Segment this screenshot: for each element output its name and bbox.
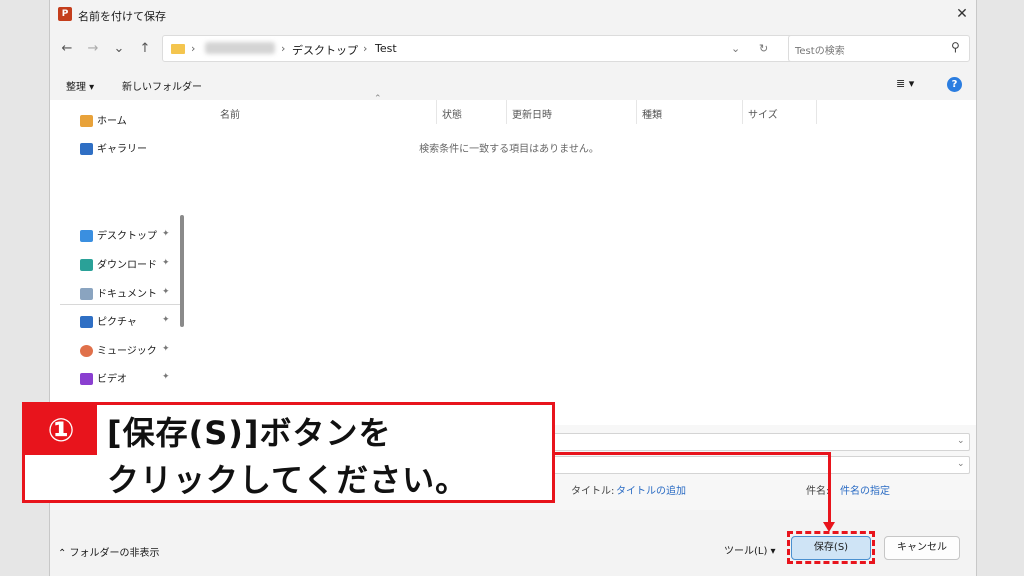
title-label: タイトル: [571, 486, 615, 497]
back-arrow-icon[interactable]: ← [56, 38, 78, 60]
pin-icon: ✦ [162, 372, 170, 382]
column-divider[interactable] [436, 100, 437, 124]
sidebar-item-downloads[interactable]: ダウンロード [80, 256, 157, 276]
pin-icon: ✦ [162, 258, 170, 268]
chevron-down-icon[interactable]: ⌄ [957, 459, 965, 469]
subject-field[interactable]: 件名の指定 [840, 482, 890, 497]
download-icon [80, 259, 93, 271]
search-icon: ⚲ [951, 40, 960, 54]
breadcrumb-separator: › [191, 42, 196, 55]
cancel-button[interactable]: キャンセル [884, 536, 960, 560]
desktop-icon [80, 230, 93, 242]
up-arrow-icon[interactable]: ↑ [134, 38, 156, 60]
sidebar-item-label: ピクチャ [97, 317, 137, 328]
annotation-connector [828, 452, 831, 526]
subject-label: 件名: [806, 486, 830, 497]
sidebar-item-pictures[interactable]: ピクチャ [80, 313, 137, 333]
breadcrumb-test[interactable]: Test [375, 42, 397, 55]
blurred-path [205, 42, 275, 54]
sidebar-item-label: ミュージック [97, 346, 157, 357]
instruction-line-2: クリックしてください。 [107, 461, 469, 499]
sidebar-item-label: ビデオ [97, 374, 127, 385]
pin-icon: ✦ [162, 344, 170, 354]
file-list: ⌃ 名前 状態 更新日時 種類 サイズ 検索条件に一致する項目はありません。 [190, 94, 976, 425]
sidebar-item-videos[interactable]: ビデオ [80, 370, 127, 390]
sidebar-item-label: ドキュメント [97, 289, 157, 300]
search-input[interactable]: Testの検索 ⚲ [788, 35, 970, 62]
column-header-size[interactable]: サイズ [748, 106, 778, 121]
save-button-highlight [787, 531, 875, 564]
column-header-modified[interactable]: 更新日時 [512, 106, 552, 121]
empty-message: 検索条件に一致する項目はありません。 [419, 144, 599, 155]
column-divider[interactable] [506, 100, 507, 124]
home-icon [80, 115, 93, 127]
pin-icon: ✦ [162, 287, 170, 297]
view-options-icon[interactable]: ≣ ▾ [896, 77, 914, 90]
breadcrumb-separator: › [281, 42, 286, 55]
sidebar-item-gallery[interactable]: ギャラリー [80, 140, 147, 160]
hide-folders-button[interactable]: ⌃ フォルダーの非表示 [58, 544, 160, 559]
address-bar[interactable]: › › デスクトップ › Test ⌄ ↻ [162, 35, 846, 62]
column-header-name[interactable]: 名前 [220, 106, 240, 121]
sidebar-item-desktop[interactable]: デスクトップ [80, 227, 157, 247]
breadcrumb-separator: › [363, 42, 368, 55]
tools-menu[interactable]: ツール(L) ▾ [724, 542, 776, 557]
window-title: 名前を付けて保存 [78, 10, 166, 23]
sort-indicator-icon: ⌃ [374, 94, 382, 104]
navigation-pane: ホーム ギャラリー デスクトップ ✦ ダウンロード ✦ ドキュメント ✦ ピクチ… [50, 100, 188, 425]
pin-icon: ✦ [162, 315, 170, 325]
sidebar-scrollbar[interactable] [180, 215, 184, 327]
search-placeholder: Testの検索 [795, 46, 845, 57]
title-bar: P 名前を付けて保存 ✕ [50, 0, 976, 30]
chevron-down-icon[interactable]: ⌄ [957, 436, 965, 446]
sidebar-item-label: ダウンロード [97, 260, 157, 271]
organize-menu[interactable]: 整理 ▾ [66, 78, 94, 93]
forward-arrow-icon[interactable]: → [82, 38, 104, 60]
sidebar-item-label: ホーム [97, 116, 127, 127]
arrow-head-icon [823, 522, 835, 532]
column-divider[interactable] [636, 100, 637, 124]
sidebar-item-label: ギャラリー [97, 144, 147, 155]
sidebar-item-documents[interactable]: ドキュメント [80, 285, 157, 305]
recent-locations-icon[interactable]: ⌄ [108, 38, 130, 60]
command-bar: 整理 ▾ 新しいフォルダー ≣ ▾ ? [50, 70, 976, 100]
folder-icon [171, 44, 185, 54]
music-icon [80, 345, 93, 357]
breadcrumb-desktop[interactable]: デスクトップ [292, 42, 358, 58]
sidebar-item-home[interactable]: ホーム [80, 112, 127, 132]
column-divider[interactable] [742, 100, 743, 124]
powerpoint-icon: P [58, 7, 72, 21]
close-icon[interactable]: ✕ [950, 4, 974, 24]
sidebar-item-music[interactable]: ミュージック [80, 342, 157, 362]
help-icon[interactable]: ? [947, 77, 962, 92]
pin-icon: ✦ [162, 229, 170, 239]
annotation-connector [555, 452, 831, 455]
title-field[interactable]: タイトルの追加 [616, 482, 686, 497]
column-header-type[interactable]: 種類 [642, 106, 662, 121]
column-divider[interactable] [816, 100, 817, 124]
pictures-icon [80, 316, 93, 328]
sidebar-item-label: デスクトップ [97, 231, 157, 242]
instruction-line-1: [保存(S)]ボタンを [107, 414, 392, 452]
gallery-icon [80, 143, 93, 155]
chevron-down-icon[interactable]: ⌄ [731, 42, 740, 55]
column-header-status[interactable]: 状態 [442, 106, 462, 121]
instruction-callout: ① [保存(S)]ボタンを クリックしてください。 [22, 402, 555, 503]
step-number: ① [25, 405, 97, 455]
new-folder-button[interactable]: 新しいフォルダー [122, 78, 202, 93]
video-icon [80, 373, 93, 385]
refresh-icon[interactable]: ↻ [759, 42, 768, 55]
document-icon [80, 288, 93, 300]
